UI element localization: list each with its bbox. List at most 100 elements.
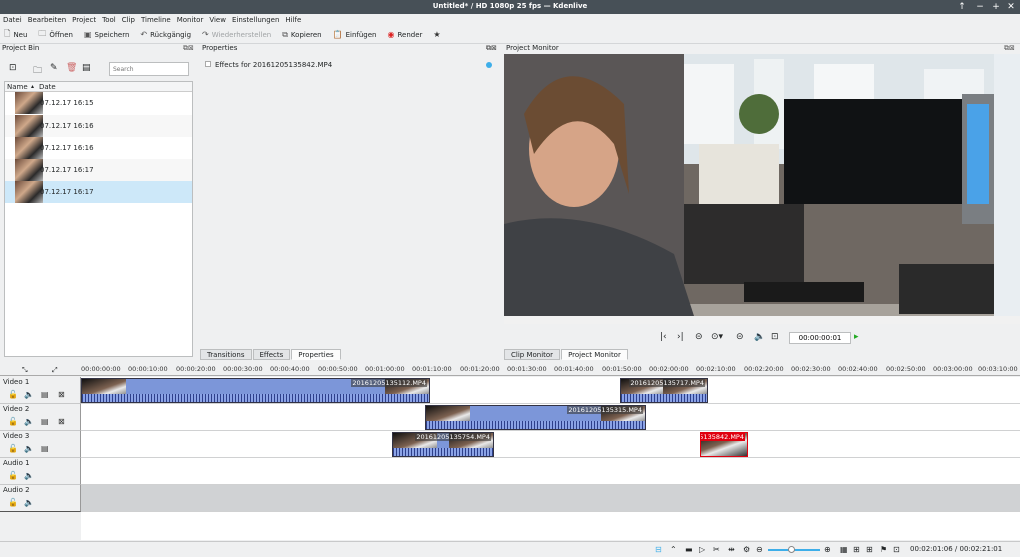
list-item[interactable]: 07.12.17 16:16 — [5, 115, 192, 137]
timeline-clip[interactable]: 20161205135315.MP4 — [425, 405, 646, 430]
audio-mute-icon[interactable]: 🔈 — [24, 498, 34, 507]
snap-icon[interactable]: ⊟ — [655, 545, 662, 554]
minimize-button[interactable]: − — [974, 1, 986, 13]
open-button[interactable]: 🗀 Öffnen — [38, 28, 73, 42]
copy-button[interactable]: ⧉ Kopieren — [282, 30, 321, 40]
play-icon[interactable]: ⊙▾ — [711, 332, 723, 342]
audio-mute-icon[interactable]: 🔈 — [24, 444, 34, 453]
menu-hilfe[interactable]: Hilfe — [285, 16, 301, 24]
menu-monitor[interactable]: Monitor — [177, 16, 204, 24]
video-hide-icon[interactable]: ▤ — [41, 444, 49, 453]
lock-icon[interactable]: 🔓 — [8, 498, 18, 507]
bin-search-input[interactable] — [109, 62, 189, 76]
track-header-video2[interactable]: Video 2 🔓 🔈 ▤ ⊠ — [0, 404, 81, 431]
audio-mute-icon[interactable]: 🔈 — [24, 417, 34, 426]
ripple-icon[interactable]: ⌃ — [670, 545, 677, 554]
tab-transitions[interactable]: Transitions — [200, 349, 252, 360]
effects-checkbox[interactable] — [205, 61, 211, 67]
tab-effects[interactable]: Effects — [252, 349, 291, 360]
show-markers-icon[interactable]: ⊞ — [866, 545, 873, 554]
lock-icon[interactable]: 🔓 — [8, 417, 18, 426]
zoom-out-icon[interactable]: ⊖ — [756, 545, 763, 554]
edit-icon[interactable]: ✎ — [50, 63, 58, 73]
close-button[interactable]: ✕ — [1005, 1, 1017, 13]
overwrite-icon[interactable]: ▬ — [685, 545, 693, 554]
menu-einstellungen[interactable]: Einstellungen — [232, 16, 279, 24]
timecode-input[interactable] — [789, 332, 851, 344]
track-header-audio1[interactable]: Audio 1 🔓 🔈 — [0, 458, 81, 485]
lock-icon[interactable]: 🔓 — [8, 444, 18, 453]
video-frame[interactable] — [504, 54, 1020, 324]
info-icon[interactable] — [486, 62, 492, 68]
list-item[interactable]: 07.12.17 16:15 — [5, 92, 192, 114]
menu-timeline[interactable]: Timeline — [141, 16, 171, 24]
timeline-ruler[interactable]: 00:00:00:00 00:00:10:00 00:00:20:00 00:0… — [81, 365, 1020, 376]
zoom-icon[interactable]: ⤡ — [22, 366, 28, 375]
timeline-clip[interactable]: 20161205135754.MP4 — [392, 432, 494, 457]
timeline-clip[interactable]: 20161205135112.MP4 — [81, 378, 430, 403]
tab-project-monitor[interactable]: Project Monitor — [561, 349, 628, 360]
track-header-audio2[interactable]: Audio 2 🔓 🔈 — [0, 485, 81, 512]
lock-icon[interactable]: 🔓 — [8, 390, 18, 399]
select-tool-icon[interactable]: ▷ — [699, 545, 705, 554]
lock-icon[interactable]: 🔓 — [8, 471, 18, 480]
spacer-tool-icon[interactable]: ⇹ — [728, 545, 735, 554]
favorite-menu-button[interactable]: ★ — [433, 30, 443, 39]
settings-icon[interactable]: ⚙ — [743, 545, 750, 554]
settings-icon[interactable]: ▤ — [82, 63, 91, 73]
volume-icon[interactable]: 🔈 — [754, 332, 765, 342]
track-lane-video3[interactable] — [81, 431, 1020, 458]
audio-mute-icon[interactable]: 🔈 — [24, 390, 34, 399]
list-item-selected[interactable]: 07.12.17 16:17 — [5, 181, 192, 203]
split-icon[interactable]: ⤢ — [52, 366, 58, 375]
tab-clip-monitor[interactable]: Clip Monitor — [504, 349, 561, 360]
track-header-video1[interactable]: Video 1 🔓 🔈 ▤ ⊠ — [0, 377, 81, 404]
timeline-clip-selected[interactable]: 05135842.MP4 — [700, 432, 748, 457]
new-button[interactable]: 🗋 Neu — [4, 28, 27, 42]
video-hide-icon[interactable]: ▤ — [41, 417, 49, 426]
monitor-menu-icon[interactable]: ▸ — [854, 332, 859, 342]
maximize-button[interactable]: + — [990, 1, 1002, 13]
rewind-icon[interactable]: ⊝ — [695, 332, 703, 342]
fit-zoom-icon[interactable]: ⊞ — [853, 545, 860, 554]
menu-datei[interactable]: Datei — [3, 16, 22, 24]
paste-button[interactable]: 📋 Einfügen — [333, 30, 377, 39]
list-item[interactable]: 07.12.17 16:17 — [5, 159, 192, 181]
track-lane-audio1[interactable] — [81, 458, 1020, 485]
track-header-video3[interactable]: Video 3 🔓 🔈 ▤ — [0, 431, 81, 458]
bin-float-close-icons[interactable]: ⧉⊠ — [183, 44, 194, 53]
timeline-clip[interactable]: 20161205135717.MP4 — [620, 378, 708, 403]
seek-end-icon[interactable]: ›| — [677, 332, 684, 342]
monitor-float-close-icons[interactable]: ⧉⊠ — [486, 44, 497, 53]
zoom-fit-icon[interactable]: ⊡ — [771, 332, 779, 342]
razor-tool-icon[interactable]: ✂ — [713, 545, 720, 554]
undo-button[interactable]: ↶ Rückgängig — [140, 30, 191, 39]
thumbnail-icon[interactable]: ▦ — [840, 545, 848, 554]
tab-properties[interactable]: Properties — [291, 349, 341, 360]
menu-project[interactable]: Project — [72, 16, 96, 24]
redo-button[interactable]: ↷ Wiederherstellen — [202, 30, 271, 39]
add-clip-icon[interactable]: ⊡ — [9, 63, 17, 73]
col-date[interactable]: Date — [39, 83, 56, 91]
composite-icon[interactable]: ⊠ — [58, 417, 65, 426]
track-lane-audio2[interactable] — [81, 485, 1020, 512]
zoom-slider-handle[interactable] — [788, 546, 795, 553]
render-button[interactable]: ◉ Render — [387, 30, 422, 39]
menu-bearbeiten[interactable]: Bearbeiten — [28, 16, 66, 24]
video-hide-icon[interactable]: ▤ — [41, 390, 49, 399]
menu-view[interactable]: View — [209, 16, 226, 24]
keep-above-button[interactable]: ↑ — [956, 1, 968, 13]
flag-icon[interactable]: ⚑ — [880, 545, 887, 554]
delete-icon[interactable]: 🗑 — [66, 63, 77, 73]
audio-mute-icon[interactable]: 🔈 — [24, 471, 34, 480]
forward-icon[interactable]: ⊝ — [736, 332, 744, 342]
seek-start-icon[interactable]: |‹ — [660, 332, 667, 342]
list-item[interactable]: 07.12.17 16:16 — [5, 137, 192, 159]
save-button[interactable]: ▣ Speichern — [84, 30, 129, 39]
col-name[interactable]: Name — [7, 83, 28, 91]
zoom-in-icon[interactable]: ⊕ — [824, 545, 831, 554]
composite-icon[interactable]: ⊠ — [58, 390, 65, 399]
keyframe-icon[interactable]: ⊡ — [893, 545, 900, 554]
menu-tool[interactable]: Tool — [102, 16, 116, 24]
folder-add-icon[interactable]: 🗀 — [33, 63, 42, 79]
